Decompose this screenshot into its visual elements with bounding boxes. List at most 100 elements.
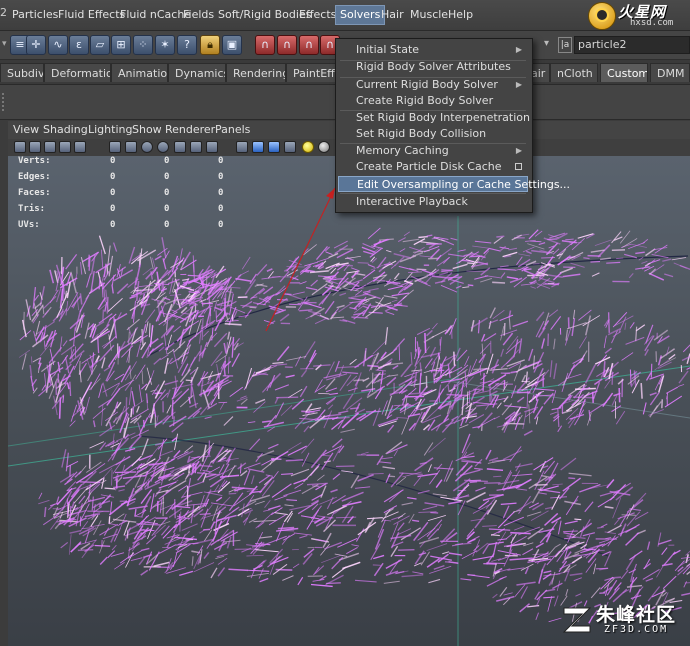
- menu-item-interactive-playback[interactable]: Interactive Playback: [338, 194, 528, 210]
- shelf-tab-rendering[interactable]: Rendering: [226, 63, 286, 82]
- shelf-tab-animation[interactable]: Animation: [111, 63, 168, 82]
- shelf-tab-subdivs[interactable]: Subdivs: [0, 63, 44, 82]
- snapshot-icon[interactable]: ▣: [222, 35, 242, 55]
- wireframe-icon[interactable]: [109, 141, 121, 153]
- particle-streak: [114, 562, 125, 570]
- shelf-tab-deformation[interactable]: Deformation: [44, 63, 111, 82]
- xray-icon[interactable]: [268, 141, 280, 153]
- sphere-icon[interactable]: [318, 141, 330, 153]
- shelf-tab-painteffects[interactable]: PaintEffe: [286, 63, 336, 82]
- particle-streak: [305, 286, 318, 291]
- magnet-snap-point-icon[interactable]: ∩: [299, 35, 319, 55]
- particle-streak: [378, 461, 392, 464]
- bookmark-icon[interactable]: [44, 141, 56, 153]
- text-icon[interactable]: [206, 141, 218, 153]
- textured-icon[interactable]: [157, 141, 169, 153]
- shaded-wireframe-icon[interactable]: [141, 141, 153, 153]
- menu-item-rigid-body-solver-attributes[interactable]: Rigid Body Solver Attributes: [338, 59, 528, 75]
- menu-item-create-particle-disk-cache[interactable]: Create Particle Disk Cache: [338, 159, 528, 175]
- particle-streak: [383, 295, 398, 299]
- menu-item-memory-caching[interactable]: Memory Caching ▶: [338, 143, 528, 159]
- camera-attributes-icon[interactable]: [29, 141, 41, 153]
- particle-streak: [154, 255, 162, 261]
- viewport-menu-shading[interactable]: Shading: [43, 123, 88, 136]
- menu-item-create-rigid-body-solver[interactable]: Create Rigid Body Solver: [338, 93, 528, 109]
- menu-item-initial-state[interactable]: Initial State ▶: [338, 42, 528, 58]
- particle-streak: [310, 583, 333, 588]
- particle-streak: [486, 577, 504, 587]
- emitter-tool-icon[interactable]: ✶: [155, 35, 175, 55]
- particle-streak: [366, 517, 383, 520]
- help-question-icon[interactable]: ?: [177, 35, 197, 55]
- shelf-tab-custom[interactable]: Custom: [600, 63, 648, 82]
- lattice-tool-icon[interactable]: ⊞: [111, 35, 131, 55]
- particle-streak: [488, 528, 511, 531]
- particle-streak: [565, 238, 574, 241]
- viewport-menu-show[interactable]: Show: [132, 123, 162, 136]
- checker-icon[interactable]: [284, 141, 296, 153]
- menu-item-edit-oversampling-or-cache-settings[interactable]: Edit Oversampling or Cache Settings...: [338, 176, 570, 192]
- select-by-name-icon[interactable]: |a: [558, 37, 572, 53]
- viewport-menu-view[interactable]: View: [13, 123, 39, 136]
- particle-streak: [305, 352, 317, 370]
- magnet-snap-curve-icon[interactable]: ∩: [277, 35, 297, 55]
- selection-name-field[interactable]: particle2: [574, 36, 690, 54]
- light-bulb-icon[interactable]: [302, 141, 314, 153]
- particle-streak: [282, 575, 294, 581]
- particle-streak: [429, 346, 437, 358]
- particle-streak: [441, 268, 451, 271]
- main-menubar: 2 Particles Fluid Effects Fluid nCache F…: [0, 0, 690, 31]
- lights-icon[interactable]: [174, 141, 186, 153]
- menu-help[interactable]: Help: [444, 6, 477, 24]
- grease-pencil-icon[interactable]: [74, 141, 86, 153]
- isolate-select-icon[interactable]: [236, 141, 248, 153]
- viewport-menu-panels[interactable]: Panels: [215, 123, 250, 136]
- bezier-tool-icon[interactable]: ε: [69, 35, 89, 55]
- image-plane-icon[interactable]: [59, 141, 71, 153]
- menu-hair[interactable]: Hair: [377, 6, 408, 24]
- particle-streak: [201, 318, 204, 341]
- particle-streak: [228, 568, 249, 572]
- menu-item-current-rigid-body-solver[interactable]: Current Rigid Body Solver ▶: [338, 77, 528, 93]
- viewport-menu-lighting[interactable]: Lighting: [88, 123, 132, 136]
- option-box-icon[interactable]: [515, 163, 522, 170]
- select-camera-icon[interactable]: [14, 141, 26, 153]
- annotation-arrowhead-icon: [326, 188, 335, 199]
- lock-icon[interactable]: 🔒︎: [200, 35, 220, 55]
- selection-dropdown-icon[interactable]: ▾: [544, 38, 549, 49]
- shelf-tab-ncloth[interactable]: nCloth: [550, 63, 598, 82]
- particle-streak: [435, 479, 443, 488]
- perspective-viewport[interactable]: Verts: 0 0 0 Edges: 0 0 0 Faces: 0 0 0 T…: [8, 156, 690, 646]
- particle-streak: [512, 320, 529, 328]
- particle-streak: [516, 391, 531, 394]
- particle-streak: [684, 582, 690, 584]
- particle-streak: [444, 561, 459, 564]
- menu-item-set-rigid-body-collision[interactable]: Set Rigid Body Collision: [338, 126, 528, 142]
- particle-tool-icon[interactable]: ⁘: [133, 35, 153, 55]
- curve-tool-icon[interactable]: ∿: [48, 35, 68, 55]
- particle-streak: [98, 383, 103, 398]
- menu-effects[interactable]: Effects: [295, 6, 340, 24]
- viewport-menu-renderer[interactable]: Renderer: [165, 123, 215, 136]
- shelf-tab-dmm[interactable]: DMM: [650, 63, 690, 82]
- shadows-icon[interactable]: [190, 141, 202, 153]
- surface-tool-icon[interactable]: ▱: [90, 35, 110, 55]
- particle-streak: [516, 233, 530, 237]
- toolbar-collapse-icon[interactable]: ▾: [2, 39, 7, 49]
- particle-streak: [284, 504, 294, 507]
- particle-streak: [523, 269, 537, 277]
- particle-streak: [628, 242, 645, 250]
- move-icon[interactable]: ✛: [26, 35, 46, 55]
- shelf-tab-dynamics[interactable]: Dynamics: [168, 63, 226, 82]
- particle-streak: [326, 398, 336, 406]
- shelf-grip-icon[interactable]: [2, 93, 8, 111]
- particle-streak: [553, 363, 558, 380]
- cube-icon[interactable]: [252, 141, 264, 153]
- menu-fields[interactable]: Fields: [179, 6, 218, 24]
- particle-streak: [628, 569, 637, 574]
- particle-streak: [427, 464, 432, 473]
- smooth-shade-icon[interactable]: [125, 141, 137, 153]
- particle-streak: [604, 505, 614, 509]
- magnet-snap-grid-icon[interactable]: ∩: [255, 35, 275, 55]
- menu-item-set-rigid-body-interpenetration[interactable]: Set Rigid Body Interpenetration: [338, 110, 530, 126]
